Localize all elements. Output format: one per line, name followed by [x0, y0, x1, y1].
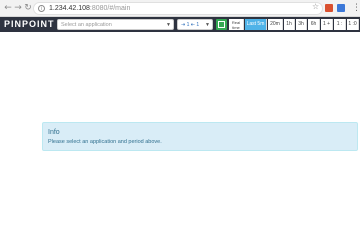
period-button[interactable]: 1 + [321, 19, 333, 30]
period-button[interactable]: Last 5m [245, 19, 267, 30]
url-path: :8080/#/main [89, 5, 131, 12]
extension-icon[interactable] [325, 4, 333, 12]
application-select[interactable]: Select an application ▼ [57, 19, 174, 30]
browser-toolbar: ← → ↻ i 1.234.42.108:8080/#/main ☆ ⋮ [0, 0, 360, 17]
grid-icon [218, 21, 225, 28]
logo: PINPOINT [4, 19, 55, 29]
extension-icon[interactable] [337, 4, 345, 12]
back-icon[interactable]: ← [3, 3, 13, 13]
search-depth-select[interactable]: ⇥ 1 ⇤ 1 ▼ [177, 19, 213, 30]
info-title: Info [48, 129, 60, 136]
period-button[interactable]: Real time [229, 19, 244, 30]
url-text: 1.234.42.108:8080/#/main [49, 4, 130, 14]
site-info-icon[interactable]: i [38, 5, 45, 12]
caret-down-icon: ▼ [166, 22, 171, 28]
period-button[interactable]: 6h [308, 19, 320, 30]
period-button[interactable]: 3h [296, 19, 307, 30]
caret-down-icon: ▼ [205, 22, 210, 28]
server-map-toggle-button[interactable] [216, 19, 227, 30]
star-icon[interactable]: ☆ [312, 2, 319, 12]
kebab-menu-icon[interactable]: ⋮ [352, 3, 360, 13]
info-alert: Info Please select an application and pe… [42, 122, 358, 151]
address-bar[interactable]: i 1.234.42.108:8080/#/main [33, 2, 323, 15]
period-button[interactable]: 1 :0 [347, 19, 359, 30]
period-button[interactable]: 1 : [334, 19, 346, 30]
depth-label: ⇥ 1 ⇤ 1 [181, 22, 200, 28]
period-button[interactable]: 1h [284, 19, 295, 30]
forward-icon[interactable]: → [13, 3, 23, 13]
application-select-placeholder: Select an application [61, 22, 112, 28]
info-message: Please select an application and period … [48, 139, 162, 145]
period-button[interactable]: 20m [268, 19, 283, 30]
url-host: 1.234.42.108 [49, 5, 90, 12]
app-header: PINPOINT Select an application ▼ ⇥ 1 ⇤ 1… [0, 17, 360, 32]
reload-icon[interactable]: ↻ [23, 3, 33, 13]
